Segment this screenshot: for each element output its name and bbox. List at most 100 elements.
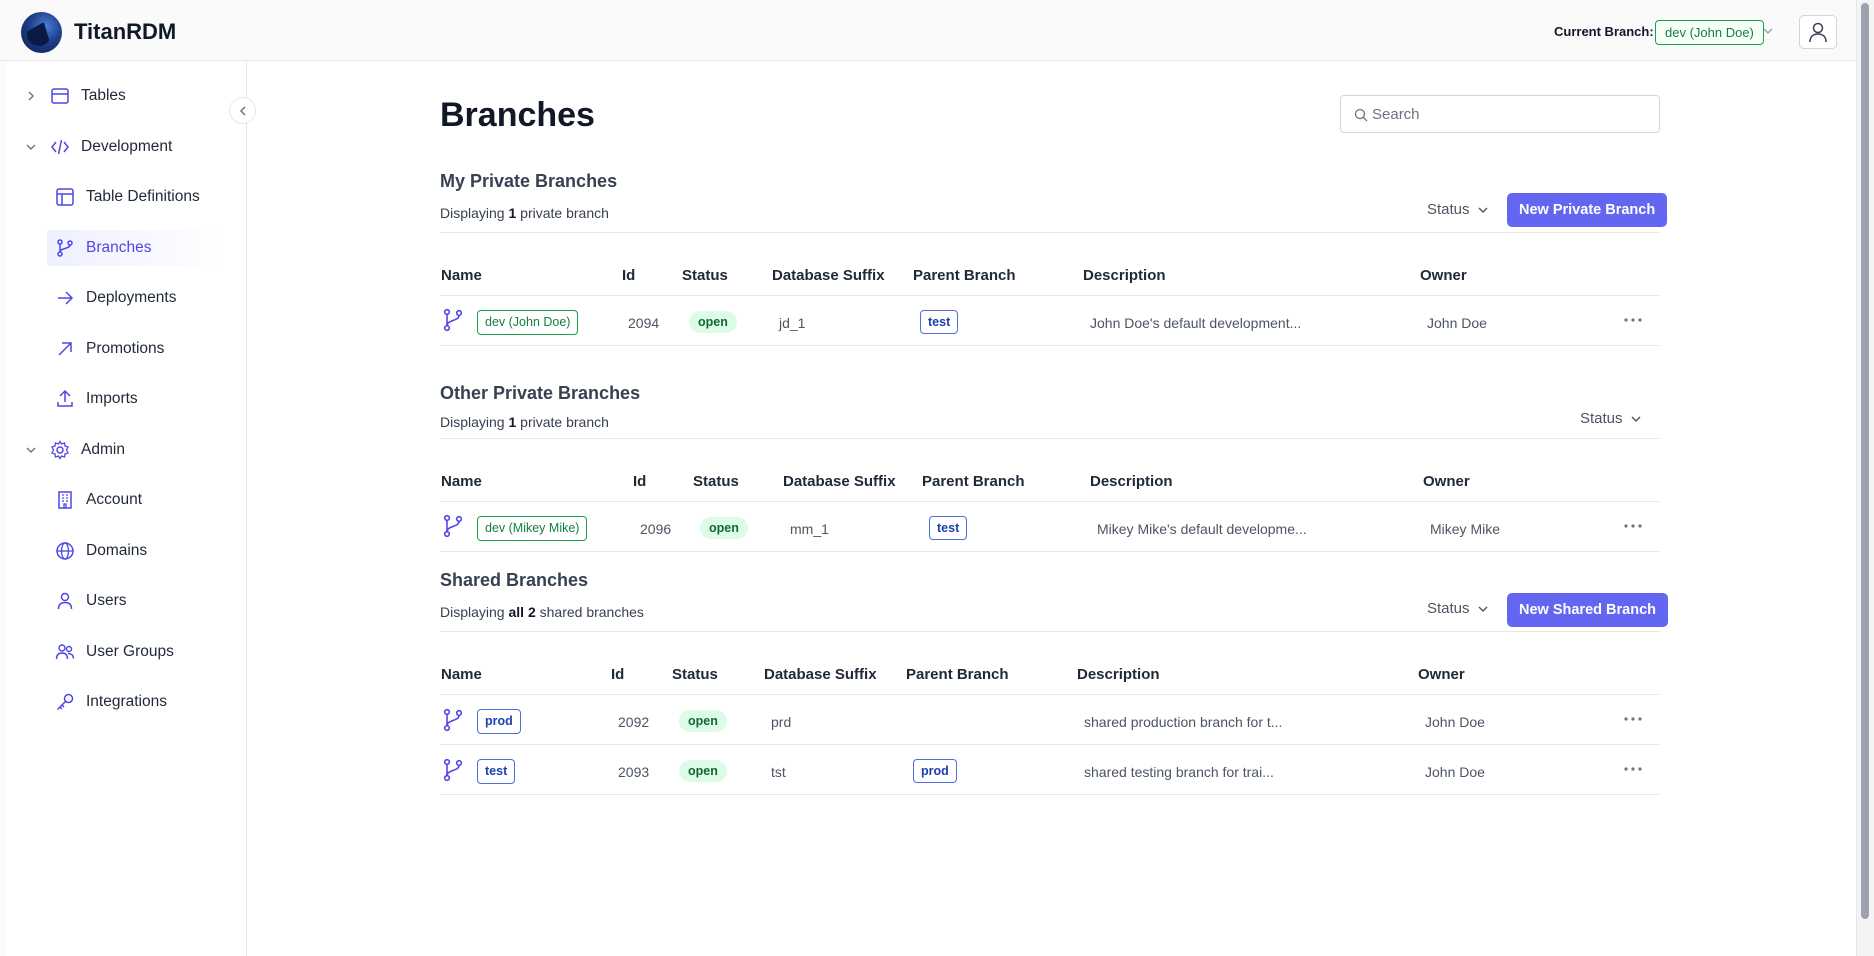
column-header-status: Status	[672, 666, 718, 683]
chevron-down-icon	[26, 447, 36, 453]
building-icon	[58, 491, 72, 509]
branch-name-badge[interactable]: prod	[477, 709, 521, 734]
titanrdm-logo[interactable]	[21, 12, 62, 53]
column-header-owner: Owner	[1423, 473, 1470, 490]
branch-owner: John Doe	[1425, 714, 1485, 730]
db-suffix: tst	[771, 764, 786, 780]
sidebar-item-branches[interactable]: Branches	[47, 230, 227, 266]
branch-description: Mikey Mike's default developme...	[1097, 521, 1307, 537]
more-horizontal-icon[interactable]	[1623, 317, 1643, 323]
more-horizontal-icon[interactable]	[1623, 766, 1643, 772]
table-icon	[51, 88, 69, 104]
branch-name-badge[interactable]: test	[477, 759, 516, 784]
status-filter-my-private[interactable]: Status	[1427, 201, 1489, 218]
globe-icon	[56, 542, 74, 560]
divider	[440, 551, 1660, 552]
user-menu-button[interactable]	[1799, 15, 1837, 49]
db-suffix: mm_1	[790, 521, 829, 537]
collapse-sidebar-button[interactable]	[229, 97, 256, 124]
key-icon	[56, 693, 74, 711]
sidebar-item-development[interactable]: Development	[24, 129, 234, 165]
parent-branch-badge[interactable]: test	[929, 516, 968, 540]
chevron-down-icon[interactable]	[1761, 24, 1775, 38]
count-suffix: private branch	[520, 205, 609, 221]
divider	[440, 694, 1660, 695]
sidebar-item-table-definitions[interactable]: Table Definitions	[55, 179, 240, 215]
column-header-id: Id	[633, 473, 647, 490]
column-header-description: Description	[1090, 473, 1173, 490]
scrollbar-thumb[interactable]	[1861, 3, 1869, 919]
sidebar-item-integrations[interactable]: Integrations	[55, 684, 240, 720]
divider	[440, 232, 1660, 233]
sidebar-item-admin[interactable]: Admin	[24, 432, 234, 468]
column-header-name: Name	[441, 666, 482, 683]
status-badge: open	[700, 517, 748, 539]
sidebar-item-label: Promotions	[86, 340, 165, 357]
sidebar-item-deployments[interactable]: Deployments	[55, 280, 240, 316]
status-filter-label: Status	[1427, 201, 1470, 218]
column-header-status: Status	[682, 267, 728, 284]
chevron-down-icon	[26, 144, 36, 150]
sidebar-item-tables[interactable]: Tables	[24, 78, 234, 114]
section-title-my-private: My Private Branches	[440, 171, 618, 191]
sidebar-item-label: Integrations	[86, 693, 167, 710]
chevron-down-icon	[1631, 416, 1641, 422]
divider	[440, 631, 1660, 632]
new-shared-branch-button[interactable]: New Shared Branch	[1507, 593, 1668, 627]
section-count-my-private: Displaying 1 private branch	[440, 205, 609, 221]
section-title-other-private: Other Private Branches	[440, 383, 641, 403]
new-private-branch-button[interactable]: New Private Branch	[1507, 193, 1668, 227]
count-number: 1	[508, 414, 517, 430]
sidebar-item-domains[interactable]: Domains	[55, 533, 240, 569]
branch-id: 2094	[628, 315, 660, 331]
status-filter-label: Status	[1427, 600, 1470, 617]
git-branch-icon	[57, 239, 73, 257]
count-suffix: shared branches	[539, 604, 644, 620]
gear-icon	[51, 440, 69, 460]
sidebar-item-user-groups[interactable]: User Groups	[55, 634, 240, 670]
search-input[interactable]	[1372, 104, 1652, 124]
git-branch-icon	[443, 308, 463, 332]
status-filter-shared[interactable]: Status	[1427, 600, 1489, 617]
sidebar-item-label: Domains	[86, 542, 148, 559]
app-window: TitanRDM Current Branch: dev (John Doe) …	[0, 0, 1874, 956]
branch-name-badge[interactable]: dev (John Doe)	[477, 310, 579, 335]
section-count-shared: Displaying all 2 shared branches	[440, 604, 644, 620]
count-suffix: private branch	[520, 414, 609, 430]
git-branch-icon	[443, 514, 463, 538]
column-header-parent: Parent Branch	[922, 473, 1025, 490]
parent-branch-badge[interactable]: prod	[913, 759, 957, 783]
divider	[440, 295, 1660, 296]
more-horizontal-icon[interactable]	[1623, 716, 1643, 722]
column-header-db-suffix: Database Suffix	[783, 473, 896, 490]
sidebar-item-label: Deployments	[86, 289, 177, 306]
column-header-owner: Owner	[1420, 267, 1467, 284]
more-horizontal-icon[interactable]	[1623, 523, 1643, 529]
sidebar-item-promotions[interactable]: Promotions	[55, 331, 240, 367]
sidebar-item-account[interactable]: Account	[55, 482, 240, 518]
status-filter-other-private[interactable]: Status	[1580, 410, 1642, 427]
sidebar-item-label: Admin	[81, 441, 125, 458]
branch-name-badge[interactable]: dev (Mikey Mike)	[477, 516, 588, 541]
search-box[interactable]	[1340, 95, 1660, 133]
branch-description: shared testing branch for trai...	[1084, 764, 1274, 780]
column-header-parent: Parent Branch	[906, 666, 1009, 683]
sidebar-item-users[interactable]: Users	[55, 583, 240, 619]
status-badge: open	[679, 710, 727, 732]
sidebar-item-label: Users	[86, 592, 127, 609]
branch-owner: John Doe	[1425, 764, 1485, 780]
count-prefix: Displaying	[440, 205, 505, 221]
current-branch-badge[interactable]: dev (John Doe)	[1655, 20, 1764, 45]
code-icon	[51, 139, 69, 155]
parent-branch-badge[interactable]: test	[920, 310, 959, 334]
count-prefix: Displaying	[440, 414, 505, 430]
column-header-id: Id	[611, 666, 625, 683]
user-icon	[57, 592, 73, 610]
branch-id: 2096	[640, 521, 672, 537]
column-header-name: Name	[441, 473, 482, 490]
column-header-db-suffix: Database Suffix	[772, 267, 885, 284]
status-filter-label: Status	[1580, 410, 1623, 427]
status-badge: open	[679, 760, 727, 782]
branch-owner: John Doe	[1427, 315, 1487, 331]
sidebar-item-imports[interactable]: Imports	[55, 381, 240, 417]
